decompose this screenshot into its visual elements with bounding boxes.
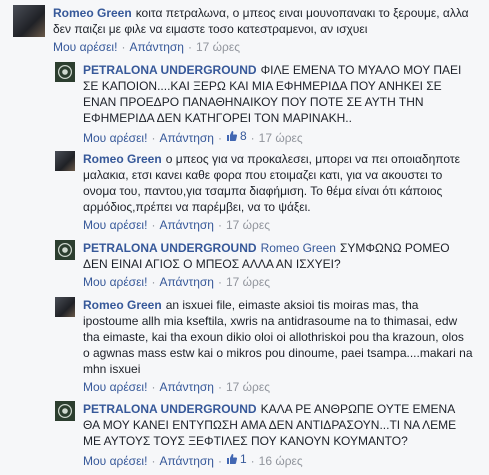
separator-dot: · (250, 131, 255, 145)
comment-reply: PETRALONA UNDERGROUND Romeo Green ΣΥΜΦΩΝΩ … (55, 240, 475, 290)
like-count-badge[interactable]: 1 (226, 451, 247, 467)
comment-author[interactable]: Romeo Green (53, 6, 132, 20)
petralona-logo-icon (58, 404, 72, 418)
reply-link[interactable]: Απάντηση (159, 275, 214, 289)
timestamp[interactable]: 17 ώρες (259, 131, 303, 145)
comment-body: PETRALONA UNDERGROUND Romeo Green ΣΥΜΦΩΝΩ … (83, 240, 473, 290)
petralona-logo-icon (58, 243, 72, 257)
comment-body: PETRALONA UNDERGROUND ΦΙΛΕ ΕΜΕΝΑ ΤΟ ΜΥΑΛΟ… (83, 62, 473, 146)
comment-actions: Μου αρέσει! · Απάντηση · 17 ώρες (83, 379, 473, 395)
comment-actions: Μου αρέσει! · Απάντηση · 17 ώρες (83, 217, 473, 233)
timestamp[interactable]: 17 ώρες (226, 380, 270, 394)
comment-reply: Romeo Green an isxuei file, eimaste aksio… (55, 297, 475, 395)
petralona-logo-icon (58, 65, 72, 79)
separator-dot: · (151, 380, 156, 394)
separator-dot: · (217, 454, 222, 468)
comment-author[interactable]: Romeo Green (83, 298, 162, 312)
avatar[interactable] (55, 240, 75, 260)
reply-link[interactable]: Απάντηση (159, 454, 214, 468)
like-link[interactable]: Μου αρέσει! (83, 380, 147, 394)
reply-link[interactable]: Απάντηση (159, 218, 214, 232)
avatar[interactable] (55, 297, 75, 317)
avatar[interactable] (55, 62, 75, 82)
reply-link[interactable]: Απάντηση (159, 131, 214, 145)
comment-author[interactable]: PETRALONA UNDERGROUND (83, 402, 257, 416)
comment-body: Romeo Green κοιτα πετραλωνα, ο μπεος εινα… (53, 5, 473, 55)
like-count: 1 (239, 452, 247, 466)
like-link[interactable]: Μου αρέσει! (53, 40, 117, 54)
comment-thread: Romeo Green κοιτα πετραλωνα, ο μπεος εινα… (0, 0, 489, 475)
reply-link[interactable]: Απάντηση (159, 380, 214, 394)
comment-content: Romeo Green an isxuei file, eimaste aksio… (83, 297, 473, 377)
comment-body: PETRALONA UNDERGROUND ΚΑΛΑ ΡΕ ΑΝΘΡΩΠΕ ΟΥΤ… (83, 401, 473, 469)
comment-reply: PETRALONA UNDERGROUND ΚΑΛΑ ΡΕ ΑΝΘΡΩΠΕ ΟΥΤ… (55, 401, 475, 469)
timestamp[interactable]: 17 ώρες (226, 275, 270, 289)
reply-link[interactable]: Απάντηση (129, 40, 184, 54)
separator-dot: · (121, 40, 126, 54)
comment-reply: Romeo Green ο μπεος για να προκαλεσει, μπ… (55, 151, 475, 233)
separator-dot: · (217, 218, 222, 232)
avatar[interactable] (55, 151, 75, 171)
comment-author[interactable]: Romeo Green (83, 152, 162, 166)
like-link[interactable]: Μου αρέσει! (83, 454, 147, 468)
comment-actions: Μου αρέσει! · Απάντηση · 8 · 17 ώρες (83, 128, 473, 146)
comment-author[interactable]: PETRALONA UNDERGROUND (83, 63, 257, 77)
like-link[interactable]: Μου αρέσει! (83, 275, 147, 289)
thumbs-up-icon (226, 454, 238, 464)
comment-author[interactable]: PETRALONA UNDERGROUND (83, 241, 257, 255)
separator-dot: · (151, 218, 156, 232)
comment-actions: Μου αρέσει! · Απάντηση · 1 · 16 ώρες (83, 451, 473, 469)
like-link[interactable]: Μου αρέσει! (83, 131, 147, 145)
timestamp[interactable]: 17 ώρες (196, 40, 240, 54)
comment-body: Romeo Green an isxuei file, eimaste aksio… (83, 297, 473, 395)
comment-content: PETRALONA UNDERGROUND ΦΙΛΕ ΕΜΕΝΑ ΤΟ ΜΥΑΛΟ… (83, 62, 473, 126)
separator-dot: · (151, 275, 156, 289)
comment-content: PETRALONA UNDERGROUND ΚΑΛΑ ΡΕ ΑΝΘΡΩΠΕ ΟΥΤ… (83, 401, 473, 449)
separator-dot: · (187, 40, 192, 54)
thumbs-up-icon (226, 131, 238, 141)
comment-actions: Μου αρέσει! · Απάντηση · 17 ώρες (83, 274, 473, 290)
comment-actions: Μου αρέσει! · Απάντηση · 17 ώρες (53, 39, 473, 55)
like-count-badge[interactable]: 8 (226, 128, 247, 144)
comment: Romeo Green κοιτα πετραλωνα, ο μπεος εινα… (13, 5, 483, 55)
separator-dot: · (151, 454, 156, 468)
separator-dot: · (151, 131, 156, 145)
separator-dot: · (217, 380, 222, 394)
comment-reply: PETRALONA UNDERGROUND ΦΙΛΕ ΕΜΕΝΑ ΤΟ ΜΥΑΛΟ… (55, 62, 475, 146)
timestamp[interactable]: 16 ώρες (259, 454, 303, 468)
comment-content: Romeo Green ο μπεος για να προκαλεσει, μπ… (83, 151, 473, 215)
separator-dot: · (217, 275, 222, 289)
avatar[interactable] (55, 401, 75, 421)
separator-dot: · (217, 131, 222, 145)
comment-content: Romeo Green κοιτα πετραλωνα, ο μπεος εινα… (53, 5, 473, 37)
like-count: 8 (239, 129, 247, 143)
mention-link[interactable]: Romeo Green (261, 241, 336, 255)
timestamp[interactable]: 17 ώρες (226, 218, 270, 232)
like-link[interactable]: Μου αρέσει! (83, 218, 147, 232)
avatar[interactable] (13, 5, 45, 37)
comment-content: PETRALONA UNDERGROUND Romeo Green ΣΥΜΦΩΝΩ … (83, 240, 473, 272)
separator-dot: · (250, 454, 255, 468)
comment-body: Romeo Green ο μπεος για να προκαλεσει, μπ… (83, 151, 473, 233)
